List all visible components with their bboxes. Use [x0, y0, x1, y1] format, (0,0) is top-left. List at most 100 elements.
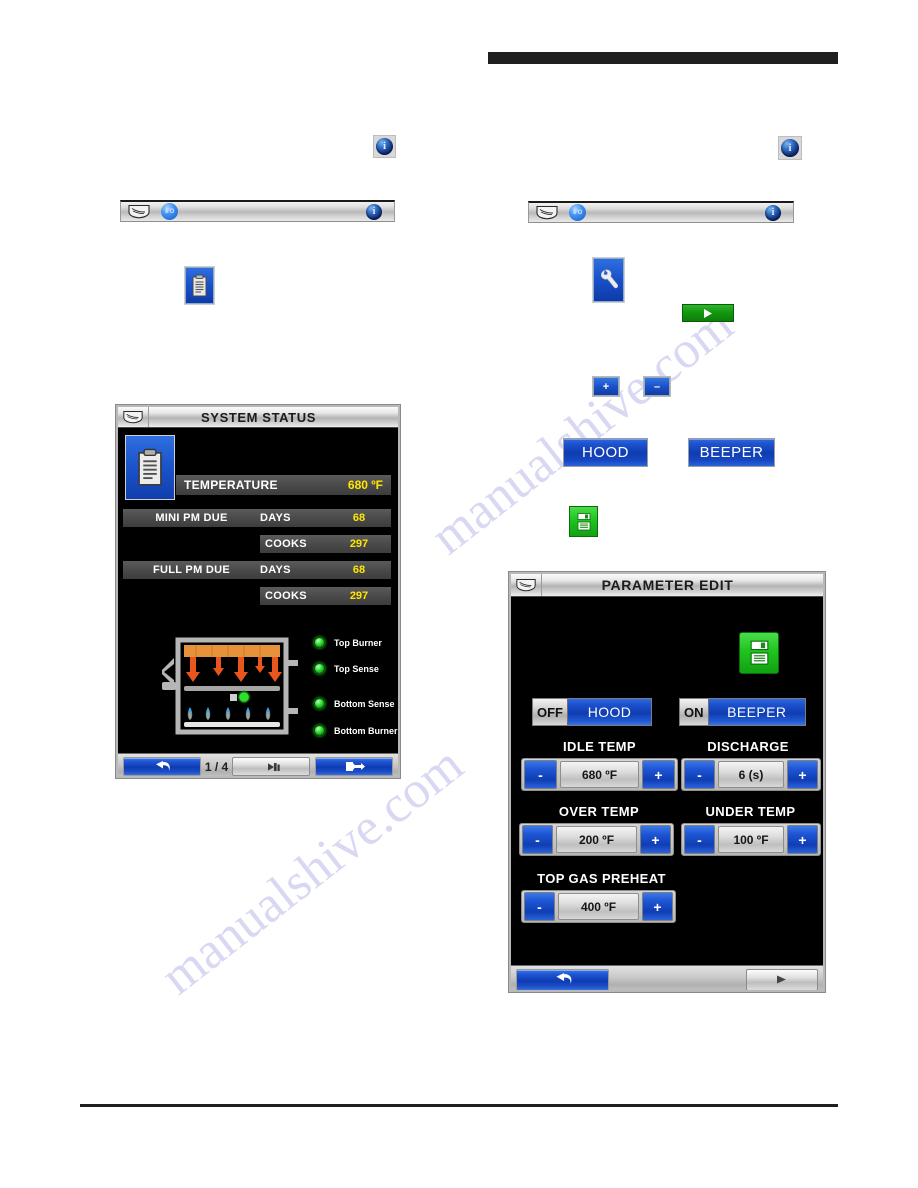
- info-icon[interactable]: i: [781, 139, 799, 157]
- wrench-icon[interactable]: [593, 258, 624, 302]
- info-icon[interactable]: i: [366, 203, 382, 220]
- idle-temp-minus-button[interactable]: -: [524, 760, 557, 789]
- hood-button-label: HOOD: [582, 444, 629, 461]
- parameter-edit-titlebar: PARAMETER EDIT: [511, 574, 823, 597]
- beeper-toggle-label: BEEPER: [708, 699, 805, 725]
- discharge-label: DISCHARGE: [707, 739, 789, 754]
- over-temp-minus-button[interactable]: -: [522, 825, 553, 854]
- ifo-icon[interactable]: IFO: [569, 204, 586, 221]
- next-page-button[interactable]: [315, 757, 393, 776]
- discharge-stepper[interactable]: - 6 (s) +: [681, 758, 821, 791]
- parameter-edit-screen: PARAMETER EDIT OFF HOOD ON BEEPER IDLE T…: [509, 572, 825, 992]
- beeper-button-label: BEEPER: [699, 444, 764, 461]
- top-gas-preheat-value: 400 ºF: [558, 893, 639, 920]
- header-black-bar: [488, 52, 838, 64]
- vulcan-shield-logo: [511, 574, 542, 596]
- clipboard-icon[interactable]: [185, 267, 214, 304]
- row-value: 297: [349, 590, 369, 602]
- led-label: Top Sense: [334, 663, 379, 674]
- table-row: COOKS 297: [260, 535, 391, 553]
- prev-page-icon: [268, 762, 280, 771]
- row-unit: COOKS: [265, 590, 307, 602]
- vulcan-shield-logo: [535, 205, 559, 220]
- plus-button[interactable]: +: [593, 377, 619, 396]
- system-status-body: TEMPERATURE 680 ºF MINI PM DUE DAYS 68 C…: [118, 428, 398, 776]
- list-item: Top Sense: [314, 663, 379, 674]
- idle-temp-label: IDLE TEMP: [563, 739, 636, 754]
- hood-button[interactable]: HOOD: [563, 438, 648, 467]
- green-play-button[interactable]: [682, 304, 734, 322]
- next-button[interactable]: [746, 968, 818, 990]
- idle-temp-plus-button[interactable]: +: [642, 760, 675, 789]
- row-value: 297: [349, 538, 369, 550]
- save-floppy-icon[interactable]: [569, 506, 598, 537]
- over-temp-plus-button[interactable]: +: [640, 825, 671, 854]
- beeper-button[interactable]: BEEPER: [688, 438, 775, 467]
- discharge-value: 6 (s): [718, 761, 784, 788]
- top-gas-preheat-minus-button[interactable]: -: [524, 892, 555, 921]
- left-toolbar[interactable]: IFO i: [120, 200, 395, 222]
- row-value: 680 ºF: [347, 478, 383, 492]
- clipboard-icon[interactable]: [125, 435, 175, 500]
- led-label: Top Burner: [334, 637, 382, 648]
- table-row: MINI PM DUE DAYS 68: [123, 509, 391, 527]
- info-icon[interactable]: i: [765, 204, 781, 221]
- oven-diagram: [160, 630, 308, 745]
- info-icon-frame: i: [779, 137, 801, 159]
- system-status-titlebar: SYSTEM STATUS: [118, 407, 398, 428]
- status-led: [314, 725, 325, 736]
- next-arrow-icon: [777, 975, 786, 984]
- hood-toggle-label: HOOD: [568, 699, 651, 725]
- status-led: [314, 663, 325, 674]
- idle-temp-value: 680 ºF: [560, 761, 639, 788]
- idle-temp-stepper[interactable]: - 680 ºF +: [521, 758, 678, 791]
- minus-button[interactable]: –: [644, 377, 670, 396]
- under-temp-minus-button[interactable]: -: [684, 825, 715, 854]
- under-temp-label: UNDER TEMP: [705, 804, 796, 819]
- row-label: TEMPERATURE: [184, 478, 278, 492]
- back-arrow-icon: [556, 973, 571, 984]
- table-row: FULL PM DUE DAYS 68: [123, 561, 391, 579]
- top-gas-preheat-plus-button[interactable]: +: [642, 892, 673, 921]
- list-item: Bottom Sense: [314, 698, 395, 709]
- right-toolbar[interactable]: IFO i: [528, 201, 794, 223]
- page-title: PARAMETER EDIT: [601, 577, 734, 593]
- row-label: MINI PM DUE: [155, 512, 228, 524]
- under-temp-stepper[interactable]: - 100 ºF +: [681, 823, 821, 856]
- under-temp-plus-button[interactable]: +: [787, 825, 818, 854]
- hood-toggle[interactable]: OFF HOOD: [532, 698, 652, 726]
- row-label: FULL PM DUE: [152, 564, 231, 576]
- over-temp-stepper[interactable]: - 200 ºF +: [519, 823, 674, 856]
- beeper-toggle[interactable]: ON BEEPER: [679, 698, 806, 726]
- hood-toggle-state: OFF: [533, 699, 568, 725]
- back-button[interactable]: [516, 968, 609, 990]
- row-unit: DAYS: [260, 564, 291, 576]
- status-led: [314, 637, 325, 648]
- table-row: TEMPERATURE 680 ºF: [176, 475, 391, 495]
- ifo-icon[interactable]: IFO: [161, 203, 178, 220]
- beeper-toggle-state: ON: [680, 699, 709, 725]
- minus-label: –: [653, 380, 661, 393]
- list-item: Bottom Burner: [314, 725, 398, 736]
- save-floppy-icon[interactable]: [739, 632, 779, 674]
- play-triangle-icon: [704, 308, 712, 318]
- discharge-minus-button[interactable]: -: [684, 760, 715, 789]
- parameter-edit-body: OFF HOOD ON BEEPER IDLE TEMP - 680 ºF + …: [511, 597, 823, 990]
- top-gas-preheat-stepper[interactable]: - 400 ºF +: [521, 890, 676, 923]
- led-label: Bottom Burner: [334, 725, 398, 736]
- vulcan-shield-logo: [127, 204, 151, 219]
- system-status-navbar: 1 / 4: [118, 753, 398, 776]
- back-button[interactable]: [123, 757, 201, 776]
- status-led: [314, 698, 325, 709]
- led-label: Bottom Sense: [334, 698, 395, 709]
- row-unit: COOKS: [265, 538, 307, 550]
- prev-page-button[interactable]: [232, 757, 310, 776]
- info-icon-frame: i: [374, 136, 395, 157]
- next-page-icon: [346, 762, 365, 771]
- list-item: Top Burner: [314, 637, 382, 648]
- table-row: COOKS 297: [260, 587, 391, 605]
- info-icon[interactable]: i: [376, 138, 393, 155]
- page-indicator: 1 / 4: [204, 759, 229, 774]
- discharge-plus-button[interactable]: +: [787, 760, 818, 789]
- over-temp-label: OVER TEMP: [558, 804, 640, 819]
